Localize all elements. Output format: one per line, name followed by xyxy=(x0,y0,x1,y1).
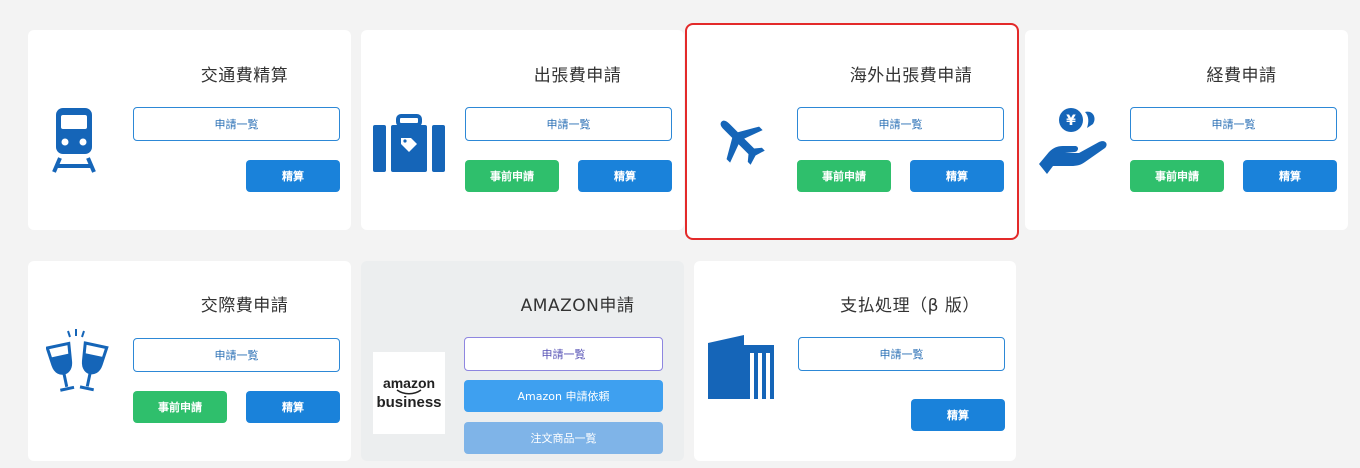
settle-button[interactable]: 精算 xyxy=(910,160,1004,192)
pre-application-button[interactable]: 事前申請 xyxy=(133,391,227,423)
toast-glasses-icon xyxy=(45,329,110,401)
amazon-request-button[interactable]: Amazon 申請依頼 xyxy=(464,380,663,412)
card-payment-processing: 支払処理（β 版） 申請一覧 精算 xyxy=(694,261,1016,461)
pre-application-button[interactable]: 事前申請 xyxy=(465,160,559,192)
logo-line1: amazon xyxy=(382,374,436,391)
list-button[interactable]: 申請一覧 xyxy=(464,337,663,371)
suitcase-icon xyxy=(371,114,447,178)
list-button[interactable]: 申請一覧 xyxy=(133,107,340,141)
pre-application-button[interactable]: 事前申請 xyxy=(797,160,891,192)
settle-button[interactable]: 精算 xyxy=(1243,160,1337,192)
train-icon xyxy=(50,104,98,180)
bank-building-icon xyxy=(706,333,776,407)
card-title: 交通費精算 xyxy=(200,66,289,86)
ordered-items-button[interactable]: 注文商品一覧 xyxy=(464,422,663,454)
logo-line2: business xyxy=(376,393,442,411)
list-button[interactable]: 申請一覧 xyxy=(133,338,340,372)
card-business-trip: 出張費申請 申請一覧 事前申請 精算 xyxy=(361,30,684,230)
card-expense: 経費申請 ¥ 申請一覧 事前申請 精算 xyxy=(1025,30,1348,230)
settle-button[interactable]: 精算 xyxy=(246,160,340,192)
pre-application-button[interactable]: 事前申請 xyxy=(1130,160,1224,192)
list-button[interactable]: 申請一覧 xyxy=(465,107,672,141)
airplane-icon xyxy=(711,111,769,173)
card-title: 経費申請 xyxy=(1206,66,1277,86)
settle-button[interactable]: 精算 xyxy=(578,160,672,192)
card-amazon: AMAZON申請 amazon business 申請一覧 Amazon 申請依… xyxy=(361,261,684,461)
settle-button[interactable]: 精算 xyxy=(911,399,1005,431)
card-entertainment: 交際費申請 申請一覧 事前申請 精算 xyxy=(28,261,351,461)
amazon-business-logo: amazon business xyxy=(373,352,445,434)
card-overseas-trip: 海外出張費申請 申請一覧 事前申請 精算 xyxy=(685,23,1019,240)
svg-text:¥: ¥ xyxy=(1066,113,1076,129)
application-grid: 交通費精算 申請一覧 精算 出張費申請 申請一覧 事前申請 精算 海外出張費申請… xyxy=(0,0,1360,468)
settle-button[interactable]: 精算 xyxy=(246,391,340,423)
card-title: 交際費申請 xyxy=(200,296,289,316)
card-title: AMAZON申請 xyxy=(520,296,635,316)
card-title: 支払処理（β 版） xyxy=(840,296,980,316)
card-transport: 交通費精算 申請一覧 精算 xyxy=(28,30,351,230)
yen-hand-icon: ¥ xyxy=(1035,106,1109,180)
list-button[interactable]: 申請一覧 xyxy=(797,107,1004,141)
list-button[interactable]: 申請一覧 xyxy=(1130,107,1337,141)
list-button[interactable]: 申請一覧 xyxy=(798,337,1005,371)
